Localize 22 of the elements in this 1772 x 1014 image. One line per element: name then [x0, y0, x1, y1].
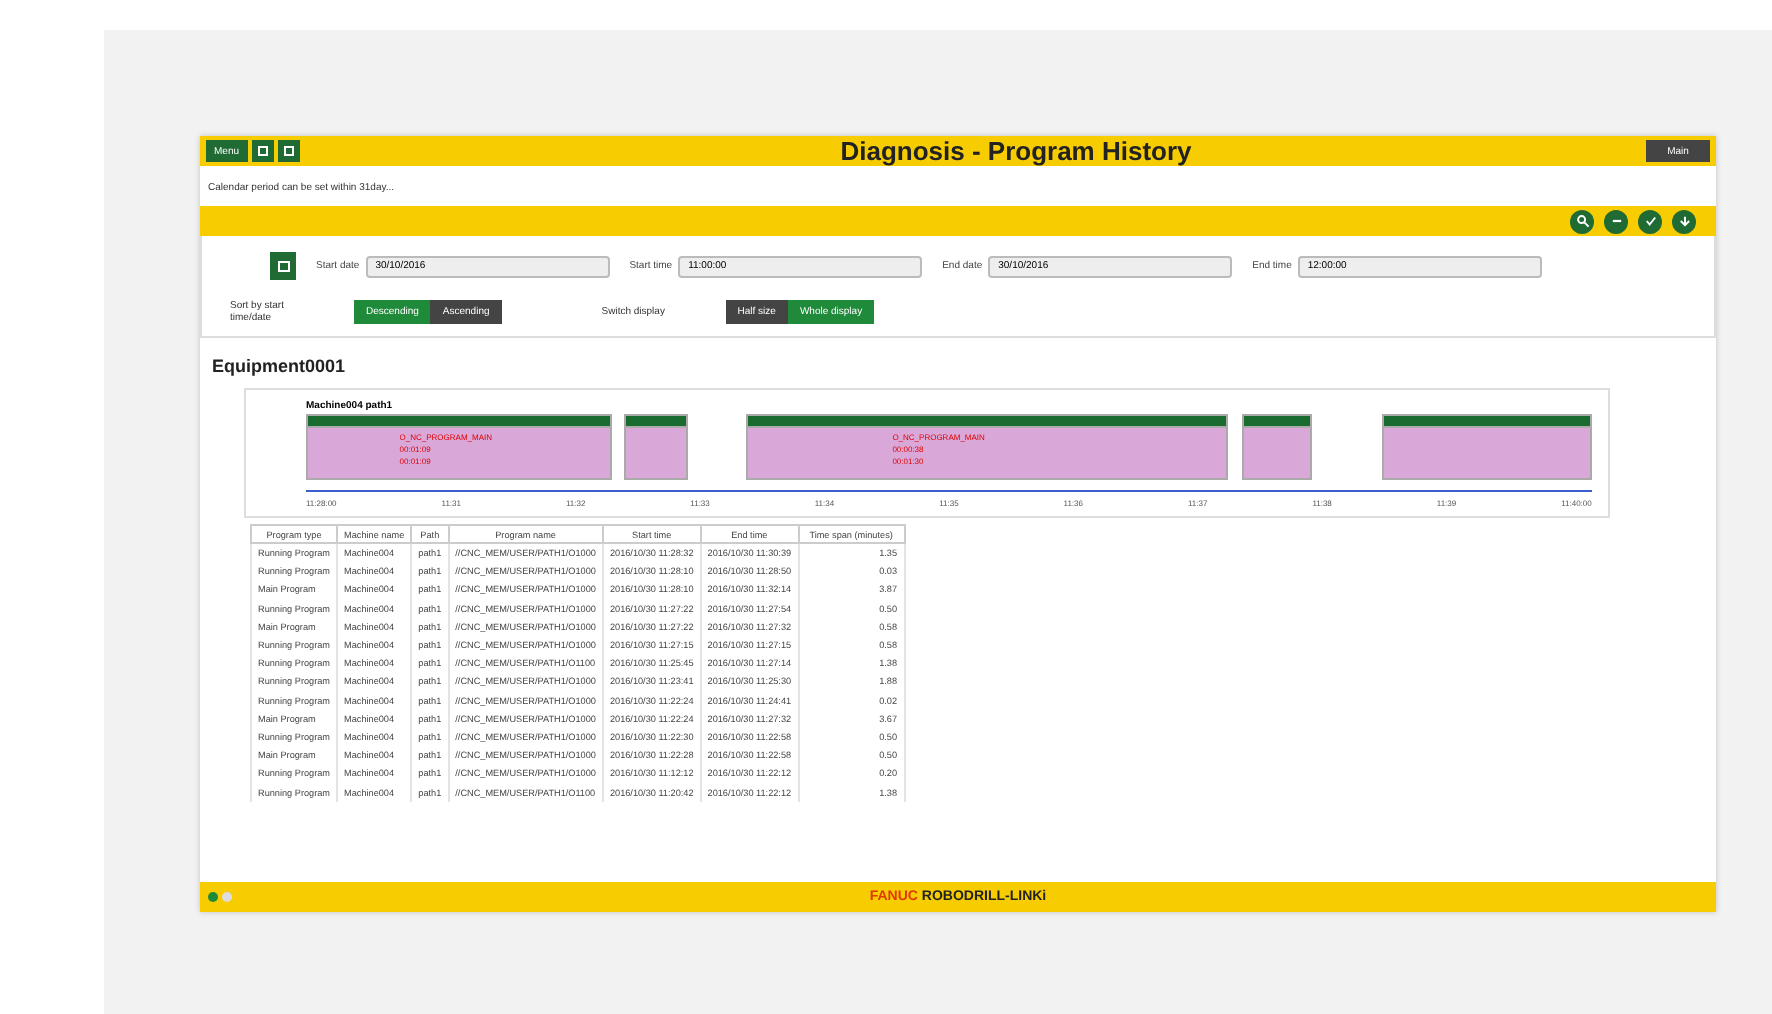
arrow-button[interactable]	[1672, 209, 1696, 233]
calendar-icon	[277, 260, 289, 272]
search-button[interactable]	[1570, 209, 1594, 233]
page-dot[interactable]	[222, 892, 232, 902]
calendar-button[interactable]	[270, 252, 296, 280]
segment-body	[1241, 428, 1312, 480]
equipment-title: Equipment0001	[210, 354, 348, 380]
icon-button[interactable]	[251, 140, 274, 162]
minus-icon	[1609, 214, 1623, 228]
square-icon	[283, 146, 294, 156]
search-icon	[1575, 214, 1589, 228]
segment-body	[624, 428, 688, 480]
page-dot[interactable]	[208, 892, 218, 902]
segment-header	[624, 414, 688, 428]
icon-button[interactable]	[277, 140, 300, 162]
minus-button[interactable]	[1604, 209, 1628, 233]
check-button[interactable]	[1638, 209, 1662, 233]
arrow-icon	[1677, 214, 1691, 228]
check-icon	[1643, 214, 1657, 228]
square-icon	[257, 146, 268, 156]
segment-header	[1241, 414, 1312, 428]
window-title: Diagnosis - Program History	[840, 136, 1192, 166]
